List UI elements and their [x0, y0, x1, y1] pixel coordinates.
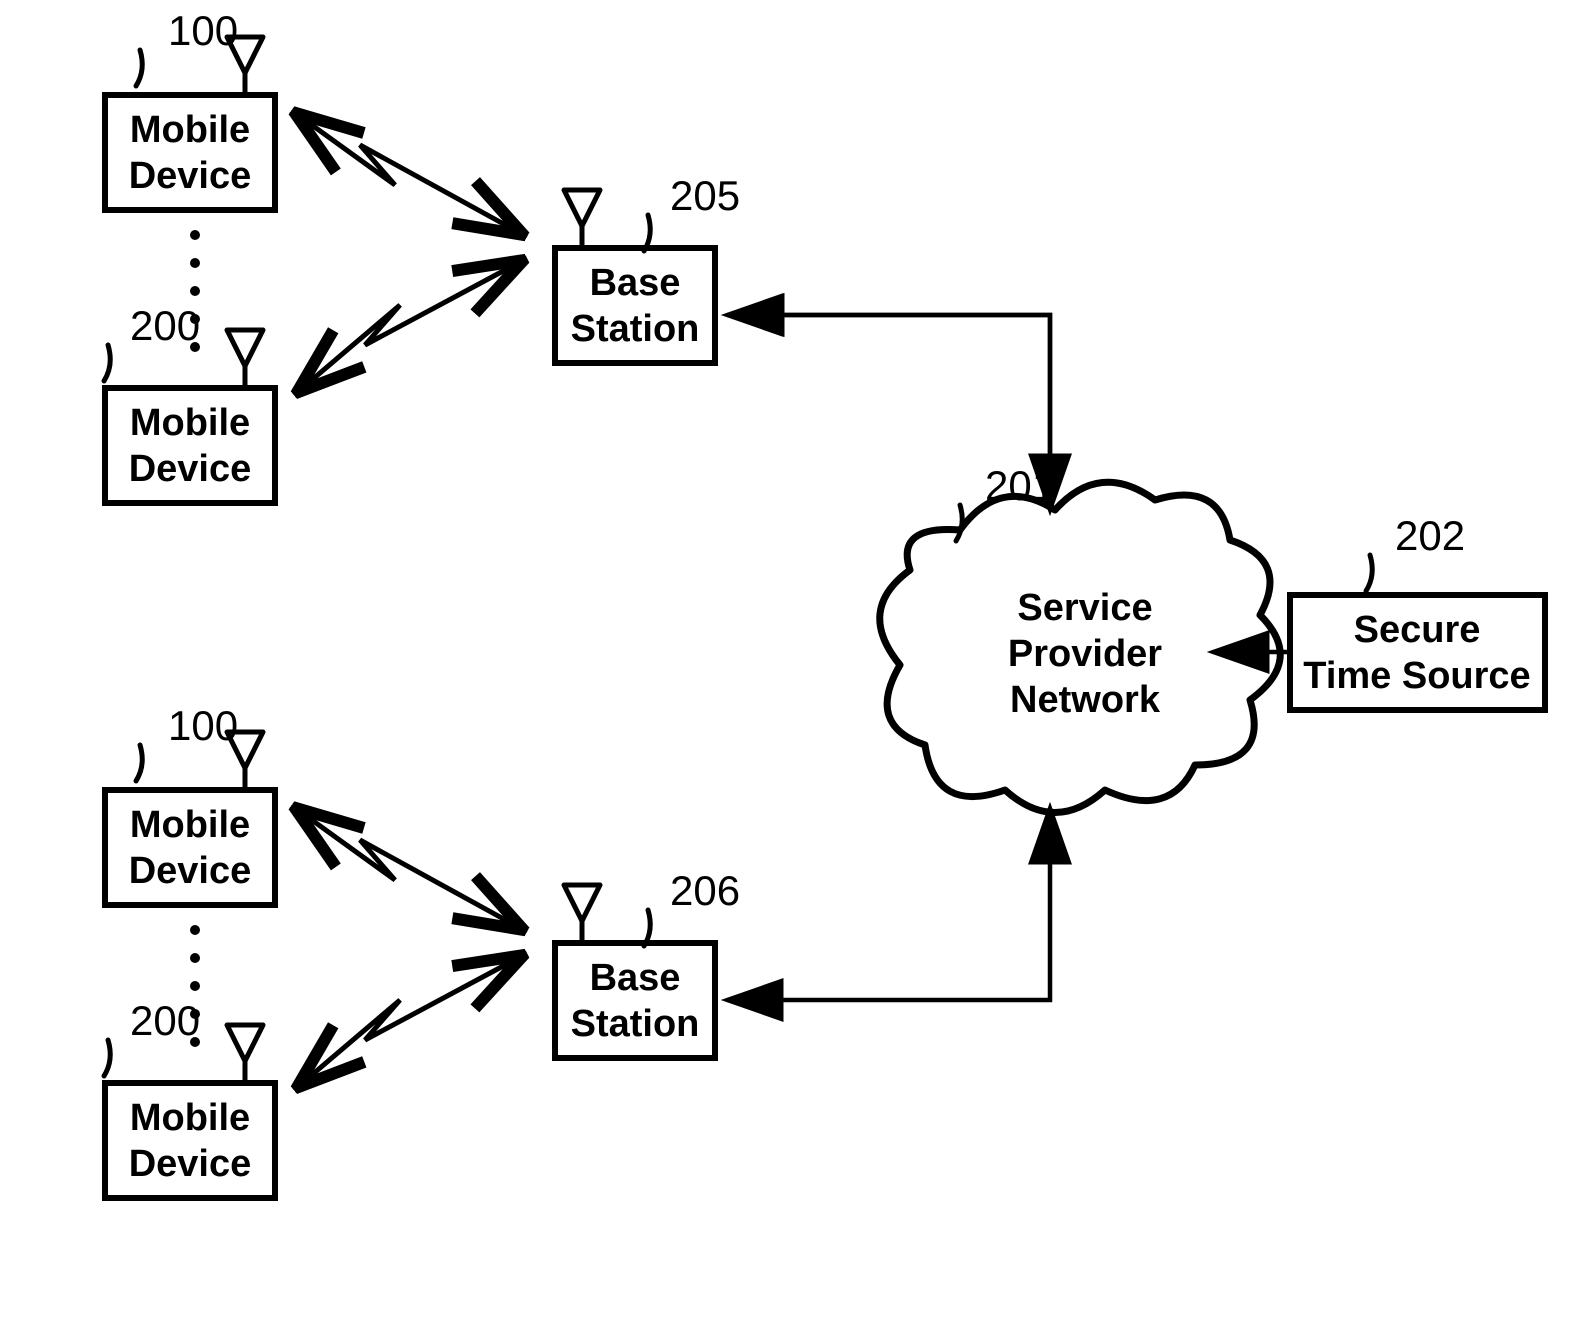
mobile-device-node: Mobile Device 100	[105, 7, 275, 210]
spn-label: Network	[1010, 679, 1161, 721]
mobile-device-node: Mobile Device 200	[104, 997, 275, 1198]
ref-number: 200	[130, 997, 200, 1044]
sts-label: Time Source	[1303, 655, 1530, 697]
ref-number: 202	[1395, 512, 1465, 559]
mobile-device-label: Mobile	[130, 1097, 250, 1139]
base-station-label: Base	[590, 262, 681, 304]
base-station-label: Station	[571, 1003, 700, 1045]
ref-number: 206	[670, 867, 740, 914]
mobile-device-label: Mobile	[130, 109, 250, 151]
base-station-label: Station	[571, 308, 700, 350]
mobile-device-label: Mobile	[130, 804, 250, 846]
service-provider-network-node: Service Provider Network 201	[880, 462, 1281, 813]
ref-number: 205	[670, 172, 740, 219]
sts-label: Secure	[1354, 609, 1481, 651]
wireless-link	[300, 957, 520, 1085]
wireless-link	[300, 262, 520, 390]
network-link-bottom	[727, 808, 1050, 1000]
mobile-device-label: Device	[129, 155, 252, 197]
wireless-link	[298, 810, 520, 928]
spn-label: Provider	[1008, 633, 1162, 675]
network-diagram: Mobile Device 100 Mobile Device 200 Base…	[0, 0, 1581, 1323]
mobile-device-label: Device	[129, 448, 252, 490]
mobile-device-label: Device	[129, 850, 252, 892]
ref-number: 100	[168, 7, 238, 54]
mobile-device-label: Mobile	[130, 402, 250, 444]
ref-number: 200	[130, 302, 200, 349]
ref-number: 100	[168, 702, 238, 749]
ref-number: 201	[985, 462, 1055, 509]
mobile-device-node: Mobile Device 200	[104, 302, 275, 503]
wireless-link	[298, 115, 520, 233]
mobile-device-node: Mobile Device 100	[105, 702, 275, 905]
spn-label: Service	[1017, 587, 1152, 629]
mobile-device-label: Device	[129, 1143, 252, 1185]
base-station-label: Base	[590, 957, 681, 999]
base-station-node: Base Station 205	[555, 172, 740, 363]
secure-time-source-node: Secure Time Source 202	[1290, 512, 1545, 710]
base-station-node: Base Station 206	[555, 867, 740, 1058]
